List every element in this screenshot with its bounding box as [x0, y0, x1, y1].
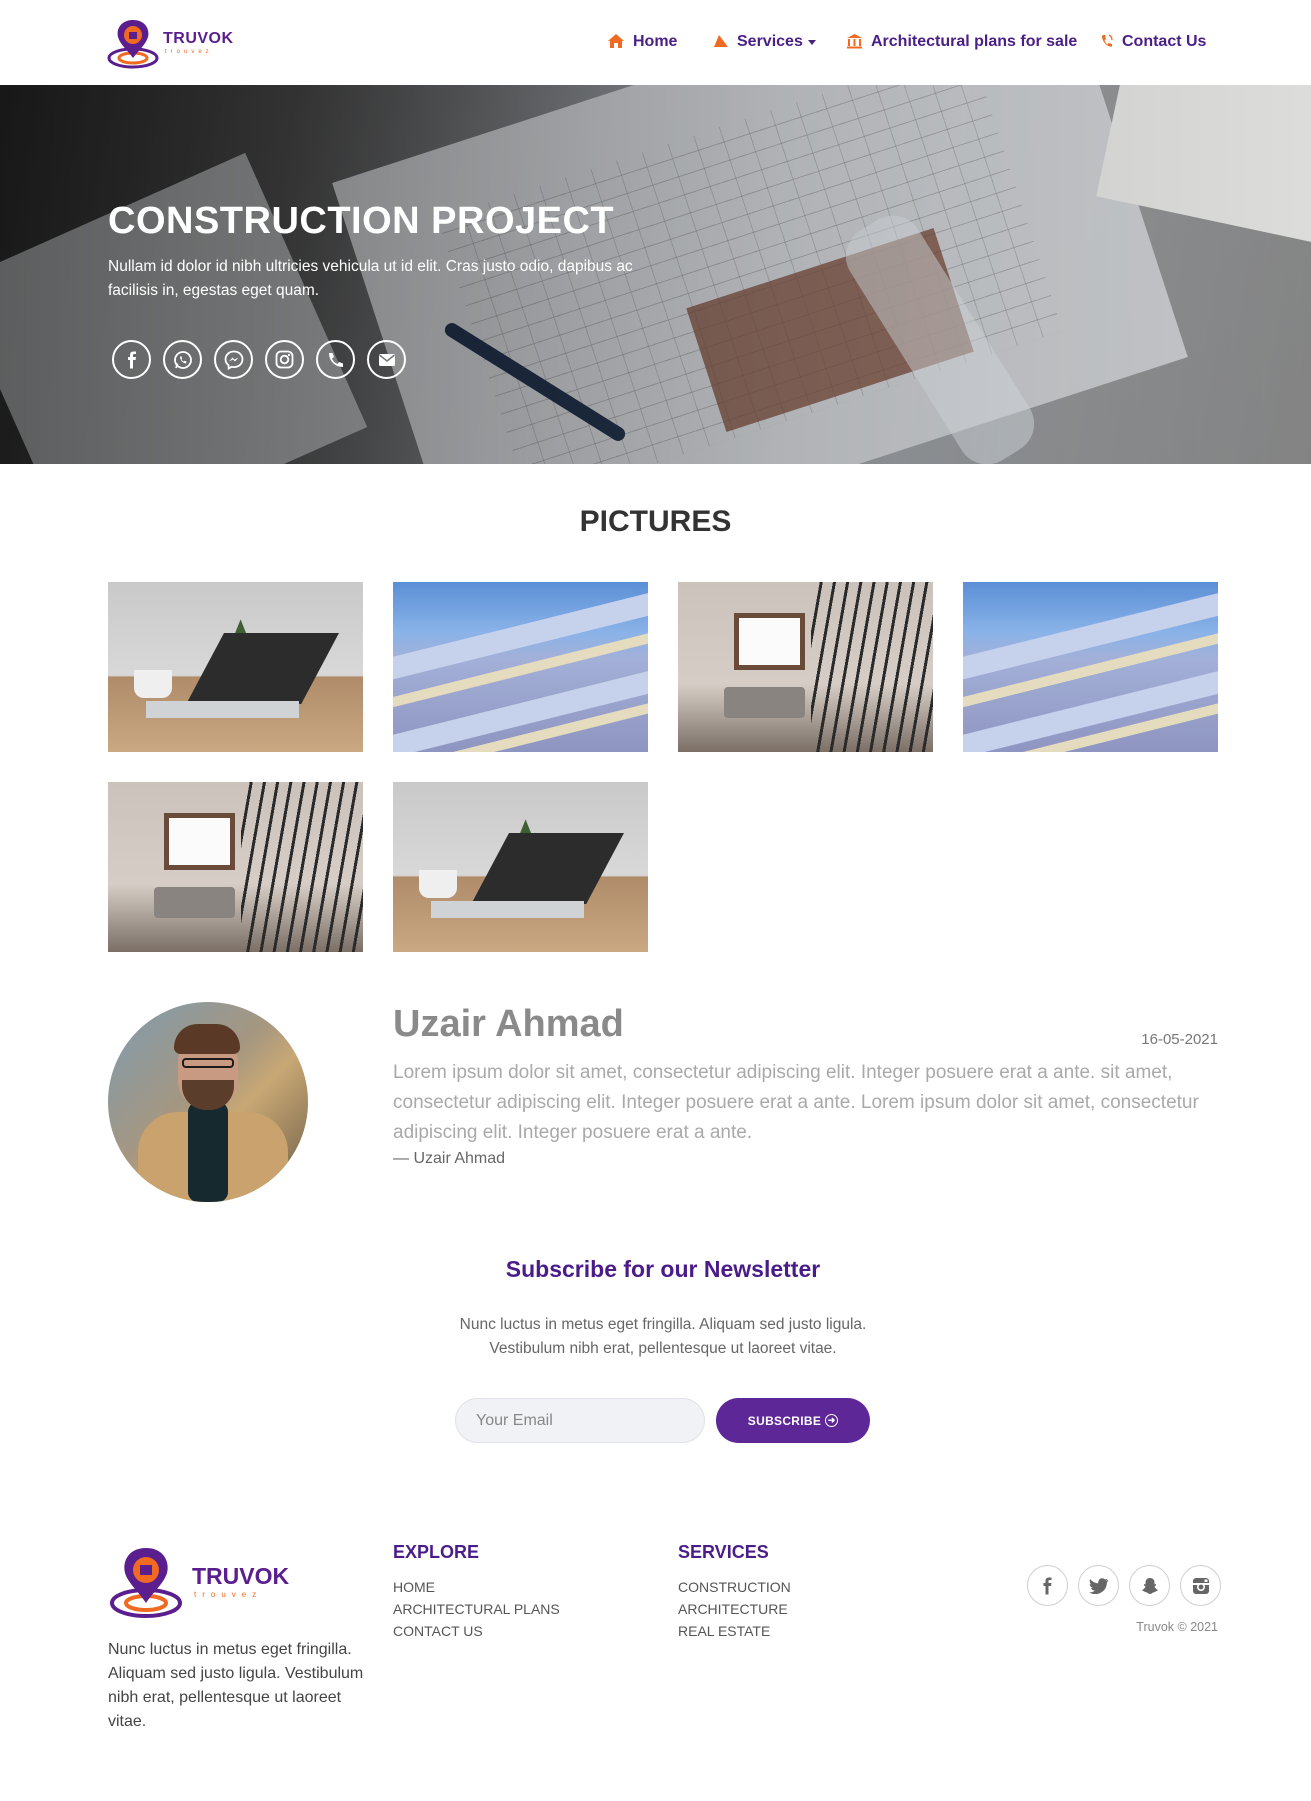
footer-brand-name: TRUVOK — [192, 1563, 290, 1589]
author-date: 16-05-2021 — [1141, 1031, 1218, 1048]
nav-plans[interactable]: Architectural plans for sale — [846, 31, 1077, 53]
newsletter-text: Nunc luctus in metus eget fringilla. Ali… — [459, 1316, 867, 1357]
gallery-image-building[interactable] — [393, 582, 648, 752]
author-cite: — Uzair Ahmad — [393, 1150, 506, 1167]
nav-plans-label: Architectural plans for sale — [871, 33, 1078, 50]
footer-about-text: Nunc luctus in metus eget fringilla. Ali… — [108, 1641, 364, 1730]
footer-link-architecture[interactable]: ARCHITECTURE — [678, 1600, 788, 1618]
brand-name: TRUVOK — [163, 30, 234, 47]
hero-title: CONSTRUCTION PROJECT — [108, 200, 615, 242]
footer-social-links — [1027, 1565, 1221, 1606]
footer-brand-logo[interactable]: TRUVOK trouvez — [108, 1543, 290, 1621]
brand-tagline: trouvez — [165, 49, 213, 55]
newsletter-title: Subscribe for our Newsletter — [505, 1256, 821, 1282]
whatsapp-icon[interactable] — [163, 340, 202, 379]
footer-link-contact-us[interactable]: CONTACT US — [393, 1622, 483, 1640]
twitter-icon[interactable] — [1078, 1565, 1119, 1606]
author-avatar — [108, 1002, 308, 1202]
gallery-image-stairs[interactable] — [678, 582, 933, 752]
snapchat-icon[interactable] — [1129, 1565, 1170, 1606]
author-quote: Lorem ipsum dolor sit amet, consectetur … — [393, 1062, 1199, 1143]
nav-home[interactable]: Home — [607, 31, 677, 53]
hero-social-links — [112, 340, 406, 379]
footer-brand-tagline: trouvez — [194, 1590, 263, 1599]
nav-contact-label: Contact Us — [1122, 33, 1207, 50]
nav-services-label: Services — [737, 33, 803, 50]
footer-explore-heading: EXPLORE — [393, 1542, 480, 1562]
navbar: TRUVOK trouvez Home Services Architectur… — [0, 0, 1311, 85]
footer-services-heading: SERVICES — [678, 1542, 769, 1562]
location-pin-logo-icon — [107, 20, 159, 69]
nav-services[interactable]: Services — [712, 31, 816, 53]
facebook-icon[interactable] — [1027, 1565, 1068, 1606]
bank-icon — [846, 33, 863, 52]
arrow-circle-right-icon: ➜ — [825, 1414, 839, 1427]
home-icon — [607, 33, 625, 52]
footer-link-home[interactable]: HOME — [393, 1578, 435, 1596]
chevron-down-icon — [807, 39, 816, 45]
phone-ring-icon — [1100, 33, 1114, 52]
footer-link-architectural-plans[interactable]: ARCHITECTURAL PLANS — [393, 1600, 560, 1618]
instagram-icon[interactable] — [265, 340, 304, 379]
facebook-icon[interactable] — [112, 340, 151, 379]
pyramid-icon — [712, 34, 729, 51]
nav-home-label: Home — [633, 33, 678, 50]
instagram-icon[interactable] — [1180, 1565, 1221, 1606]
nav-contact[interactable]: Contact Us — [1100, 31, 1206, 53]
location-pin-logo-icon — [110, 1548, 182, 1618]
gallery-image-laptop[interactable] — [108, 582, 363, 752]
subscribe-button[interactable]: SUBSCRIBE ➜ — [716, 1398, 870, 1443]
gallery-image-building[interactable] — [963, 582, 1218, 752]
footer-copyright: Truvok © 2021 — [1136, 1620, 1218, 1634]
subscribe-button-label: SUBSCRIBE — [747, 1413, 822, 1428]
footer-link-construction[interactable]: CONSTRUCTION — [678, 1578, 791, 1596]
hero-banner: CONSTRUCTION PROJECT Nullam id dolor id … — [0, 85, 1311, 464]
footer-link-real-estate[interactable]: REAL ESTATE — [678, 1622, 770, 1640]
messenger-icon[interactable] — [214, 340, 253, 379]
gallery-image-stairs[interactable] — [108, 782, 363, 952]
gallery-image-laptop[interactable] — [393, 782, 648, 952]
email-field[interactable] — [455, 1398, 705, 1443]
author-name: Uzair Ahmad — [393, 1003, 624, 1045]
pictures-title: PICTURES — [579, 505, 732, 538]
hero-text: Nullam id dolor id nibh ultricies vehicu… — [108, 258, 633, 299]
phone-icon[interactable] — [316, 340, 355, 379]
mail-icon[interactable] — [367, 340, 406, 379]
brand-logo[interactable]: TRUVOK trouvez — [107, 16, 234, 71]
